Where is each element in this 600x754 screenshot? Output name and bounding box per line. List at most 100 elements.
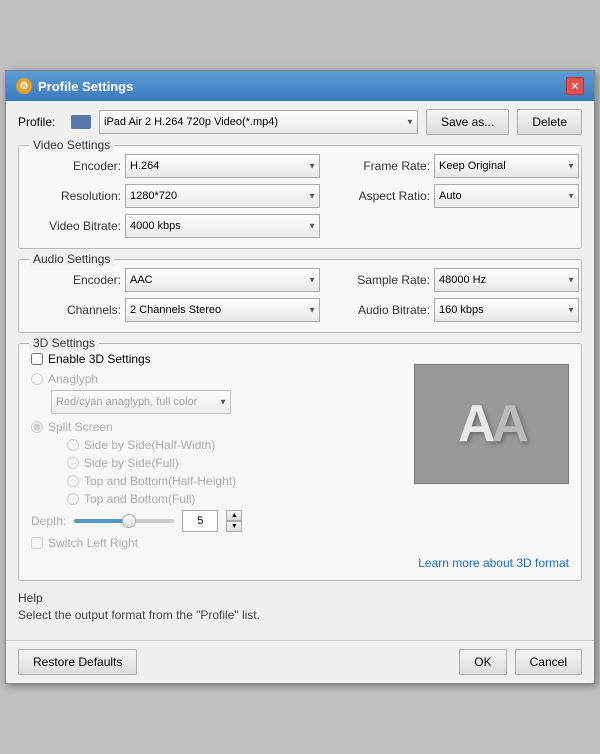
restore-defaults-button[interactable]: Restore Defaults (18, 649, 137, 675)
cancel-button[interactable]: Cancel (515, 649, 582, 675)
video-settings-section: Video Settings Encoder: H.264 ▼ Resoluti… (18, 145, 582, 249)
switch-lr-checkbox[interactable] (31, 537, 43, 549)
profile-row: Profile: iPad Air 2 H.264 720p Video(*.m… (18, 109, 582, 135)
preview-a2: A (492, 395, 526, 453)
depth-input[interactable] (182, 510, 218, 532)
encoder-select-wrapper: H.264 ▼ (125, 154, 320, 178)
side-by-side-half-radio[interactable] (67, 439, 79, 451)
audio-bitrate-label: Audio Bitrate: (330, 303, 430, 317)
frame-rate-select-wrapper: Keep Original ▼ (434, 154, 579, 178)
video-left-col: Encoder: H.264 ▼ Resolution: 1280*72 (31, 154, 320, 238)
channels-label: Channels: (31, 303, 121, 317)
depth-slider-track (74, 519, 174, 523)
audio-bitrate-select[interactable]: 160 kbps (434, 298, 579, 322)
ok-button[interactable]: OK (459, 649, 506, 675)
resolution-select-wrapper: 1280*720 ▼ (125, 184, 320, 208)
save-as-button[interactable]: Save as... (426, 109, 509, 135)
sample-rate-row: Sample Rate: 48000 Hz ▼ (330, 268, 579, 292)
help-section: Help Select the output format from the "… (18, 591, 582, 622)
audio-settings-title: Audio Settings (29, 252, 114, 266)
video-bitrate-select[interactable]: 4000 kbps (125, 214, 320, 238)
learn-more-link[interactable]: Learn more about 3D format (418, 556, 569, 570)
3d-settings-section: 3D Settings AA Enable 3D Settings Anagly… (18, 343, 582, 581)
resolution-row: Resolution: 1280*720 ▼ (31, 184, 320, 208)
encoder-row: Encoder: H.264 ▼ (31, 154, 320, 178)
anaglyph-radio[interactable] (31, 373, 43, 385)
video-bitrate-row: Video Bitrate: 4000 kbps ▼ (31, 214, 320, 238)
depth-row: Depth: ▲ ▼ (31, 510, 394, 532)
switch-lr-label: Switch Left Right (48, 536, 138, 550)
depth-slider-fill (74, 519, 129, 523)
video-settings-title: Video Settings (29, 138, 114, 152)
frame-rate-select[interactable]: Keep Original (434, 154, 579, 178)
resolution-select[interactable]: 1280*720 (125, 184, 320, 208)
audio-encoder-label: Encoder: (31, 273, 121, 287)
3d-preview-box: AA (414, 364, 569, 484)
audio-encoder-row: Encoder: AAC ▼ (31, 268, 320, 292)
top-bottom-half-row: Top and Bottom(Half-Height) (67, 474, 394, 488)
video-right-col: Frame Rate: Keep Original ▼ Aspect Ratio… (330, 154, 579, 238)
enable-3d-row: Enable 3D Settings (31, 352, 394, 366)
audio-right-col: Sample Rate: 48000 Hz ▼ Audio Bitrate: (330, 268, 579, 322)
top-bottom-full-row: Top and Bottom(Full) (67, 492, 394, 506)
audio-left-col: Encoder: AAC ▼ Channels: 2 Channels (31, 268, 320, 322)
learn-more-row: Learn more about 3D format (31, 556, 569, 570)
profile-label: Profile: (18, 115, 63, 129)
depth-spinner: ▲ ▼ (226, 510, 242, 532)
side-by-side-half-row: Side by Side(Half-Width) (67, 438, 394, 452)
profile-select[interactable]: iPad Air 2 H.264 720p Video(*.mp4) (99, 110, 418, 134)
frame-rate-row: Frame Rate: Keep Original ▼ (330, 154, 579, 178)
help-title: Help (18, 591, 582, 605)
depth-slider-thumb[interactable] (122, 514, 136, 528)
encoder-label: Encoder: (31, 159, 121, 173)
audio-encoder-select[interactable]: AAC (125, 268, 320, 292)
frame-rate-label: Frame Rate: (330, 159, 430, 173)
anaglyph-select[interactable]: Red/cyan anaglyph, full color (51, 390, 231, 414)
aspect-ratio-select[interactable]: Auto (434, 184, 579, 208)
title-bar-left: ⚙ Profile Settings (16, 78, 133, 94)
window-body: Profile: iPad Air 2 H.264 720p Video(*.m… (6, 101, 594, 640)
help-text: Select the output format from the "Profi… (18, 608, 582, 622)
split-screen-radio-row: Split Screen (31, 420, 394, 434)
split-screen-label: Split Screen (48, 420, 113, 434)
top-bottom-half-radio[interactable] (67, 475, 79, 487)
audio-settings-section: Audio Settings Encoder: AAC ▼ Channels: (18, 259, 582, 333)
sample-rate-label: Sample Rate: (330, 273, 430, 287)
3d-settings-title: 3D Settings (29, 336, 99, 350)
top-bottom-full-radio[interactable] (67, 493, 79, 505)
close-button[interactable]: ✕ (566, 77, 584, 95)
audio-encoder-select-wrapper: AAC ▼ (125, 268, 320, 292)
bottom-bar: Restore Defaults OK Cancel (6, 640, 594, 683)
encoder-select[interactable]: H.264 (125, 154, 320, 178)
app-icon: ⚙ (16, 78, 32, 94)
main-window: ⚙ Profile Settings ✕ Profile: iPad Air 2… (5, 70, 595, 684)
delete-button[interactable]: Delete (517, 109, 582, 135)
audio-bitrate-row: Audio Bitrate: 160 kbps ▼ (330, 298, 579, 322)
video-bitrate-select-wrapper: 4000 kbps ▼ (125, 214, 320, 238)
depth-up-button[interactable]: ▲ (226, 510, 242, 521)
anaglyph-select-wrapper: Red/cyan anaglyph, full color ▼ (51, 390, 394, 414)
channels-select[interactable]: 2 Channels Stereo (125, 298, 320, 322)
depth-down-button[interactable]: ▼ (226, 521, 242, 532)
channels-select-wrapper: 2 Channels Stereo ▼ (125, 298, 320, 322)
anaglyph-label: Anaglyph (48, 372, 98, 386)
window-title: Profile Settings (38, 79, 133, 94)
3d-controls: Enable 3D Settings Anaglyph Red/cyan ana… (31, 352, 394, 550)
profile-icon (71, 115, 91, 129)
split-screen-radio[interactable] (31, 421, 43, 433)
enable-3d-checkbox[interactable] (31, 353, 43, 365)
resolution-label: Resolution: (31, 189, 121, 203)
video-settings-grid: Encoder: H.264 ▼ Resolution: 1280*72 (31, 154, 569, 238)
top-bottom-half-label: Top and Bottom(Half-Height) (84, 474, 236, 488)
sample-rate-select-wrapper: 48000 Hz ▼ (434, 268, 579, 292)
preview-a1: A (458, 395, 492, 453)
top-bottom-full-label: Top and Bottom(Full) (84, 492, 195, 506)
sample-rate-select[interactable]: 48000 Hz (434, 268, 579, 292)
title-bar: ⚙ Profile Settings ✕ (6, 71, 594, 101)
audio-settings-grid: Encoder: AAC ▼ Channels: 2 Channels (31, 268, 569, 322)
anaglyph-type-wrapper: Red/cyan anaglyph, full color ▼ (51, 390, 231, 414)
channels-row: Channels: 2 Channels Stereo ▼ (31, 298, 320, 322)
depth-label: Depth: (31, 514, 66, 528)
side-by-side-half-label: Side by Side(Half-Width) (84, 438, 215, 452)
side-by-side-full-radio[interactable] (67, 457, 79, 469)
